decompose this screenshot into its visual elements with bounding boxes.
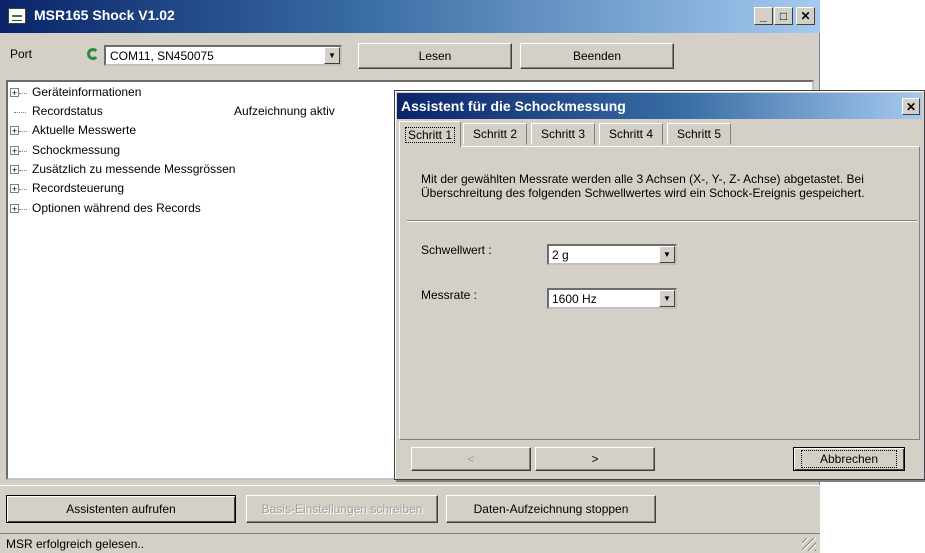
tree-connector — [19, 209, 27, 210]
tree-connector — [19, 93, 27, 94]
minimize-button[interactable]: _ — [754, 7, 773, 25]
status-text: MSR erfolgreich gelesen.. — [6, 537, 145, 551]
tree-item-label: Geräteinformationen — [32, 85, 142, 99]
exit-button[interactable]: Beenden — [520, 43, 674, 69]
expand-icon[interactable]: + — [10, 165, 19, 175]
dialog-title-bar[interactable]: Assistent für die Schockmessung ✕ — [397, 93, 922, 119]
write-basic-settings-button[interactable]: Basis-Einstellungen schreiben — [246, 495, 438, 523]
cancel-button[interactable]: Abbrechen — [793, 447, 905, 471]
tree-item-label: Recordstatus — [32, 104, 103, 118]
dialog-title: Assistent für die Schockmessung — [401, 98, 626, 114]
tree-item-label: Aktuelle Messwerte — [32, 123, 137, 137]
port-label: Port — [10, 47, 33, 61]
dialog-close-button[interactable]: ✕ — [902, 98, 920, 115]
tab-schritt-2[interactable]: Schritt 2 — [463, 123, 527, 145]
tree-connector — [19, 170, 27, 171]
expand-icon[interactable]: + — [10, 146, 19, 156]
threshold-select-value: 2 g — [552, 248, 569, 262]
cancel-button-label: Abbrechen — [800, 450, 898, 468]
tree-connector — [19, 151, 27, 152]
chevron-down-icon[interactable]: ▼ — [659, 246, 675, 263]
next-button[interactable]: > — [535, 447, 655, 471]
expand-icon[interactable]: + — [10, 88, 19, 98]
description-line: Überschreitung des folgenden Schwellwert… — [421, 186, 865, 200]
description-line: Mit der gewählten Messrate werden alle 3… — [421, 172, 864, 186]
tree-connector — [14, 112, 26, 113]
resize-grip-icon[interactable] — [802, 538, 816, 551]
back-button[interactable]: < — [411, 447, 531, 471]
maximize-button[interactable]: □ — [774, 7, 793, 25]
threshold-select[interactable]: 2 g ▼ — [547, 244, 677, 265]
shock-assistant-dialog: Assistent für die Schockmessung ✕ Schrit… — [394, 90, 925, 480]
tree-item-label: Optionen während des Records — [32, 201, 201, 215]
tab-schritt-3[interactable]: Schritt 3 — [531, 123, 595, 145]
step-description: Mit der gewählten Messrate werden alle 3… — [421, 172, 901, 200]
refresh-icon[interactable] — [86, 46, 102, 62]
tree-item-label: Zusätzlich zu messende Messgrössen — [32, 162, 236, 176]
read-button[interactable]: Lesen — [358, 43, 512, 69]
tab-label: Schritt 1 — [404, 126, 455, 143]
tree-item-value: Aufzeichnung aktiv — [234, 104, 335, 118]
chevron-down-icon[interactable]: ▼ — [659, 290, 675, 307]
expand-icon[interactable]: + — [10, 204, 19, 214]
open-assistant-button[interactable]: Assistenten aufrufen — [6, 495, 236, 523]
chevron-down-icon[interactable]: ▼ — [324, 47, 340, 64]
tree-item-label: Recordsteuerung — [32, 181, 125, 195]
port-select[interactable]: COM11, SN450075 ▼ — [104, 45, 342, 66]
threshold-label: Schwellwert : — [421, 243, 492, 257]
title-bar[interactable]: MSR165 Shock V1.02 _ □ ✕ — [0, 0, 820, 33]
port-select-value: COM11, SN450075 — [110, 49, 214, 63]
close-button[interactable]: ✕ — [796, 7, 815, 25]
separator — [407, 220, 917, 222]
status-bar: MSR erfolgreich gelesen.. — [0, 533, 820, 553]
tree-connector — [19, 131, 27, 132]
app-icon — [8, 8, 26, 24]
tab-schritt-1[interactable]: Schritt 1 — [399, 121, 461, 147]
expand-icon[interactable]: + — [10, 184, 19, 194]
stop-recording-button[interactable]: Daten-Aufzeichnung stoppen — [446, 495, 656, 523]
tab-schritt-4[interactable]: Schritt 4 — [599, 123, 663, 145]
expand-icon[interactable]: + — [10, 126, 19, 136]
tree-item-label: Schockmessung — [32, 143, 121, 157]
rate-select-value: 1600 Hz — [552, 292, 597, 306]
tree-connector — [19, 189, 27, 190]
rate-label: Messrate : — [421, 288, 478, 302]
tab-schritt-5[interactable]: Schritt 5 — [667, 123, 731, 145]
rate-select[interactable]: 1600 Hz ▼ — [547, 288, 677, 309]
window-title: MSR165 Shock V1.02 — [34, 7, 175, 23]
